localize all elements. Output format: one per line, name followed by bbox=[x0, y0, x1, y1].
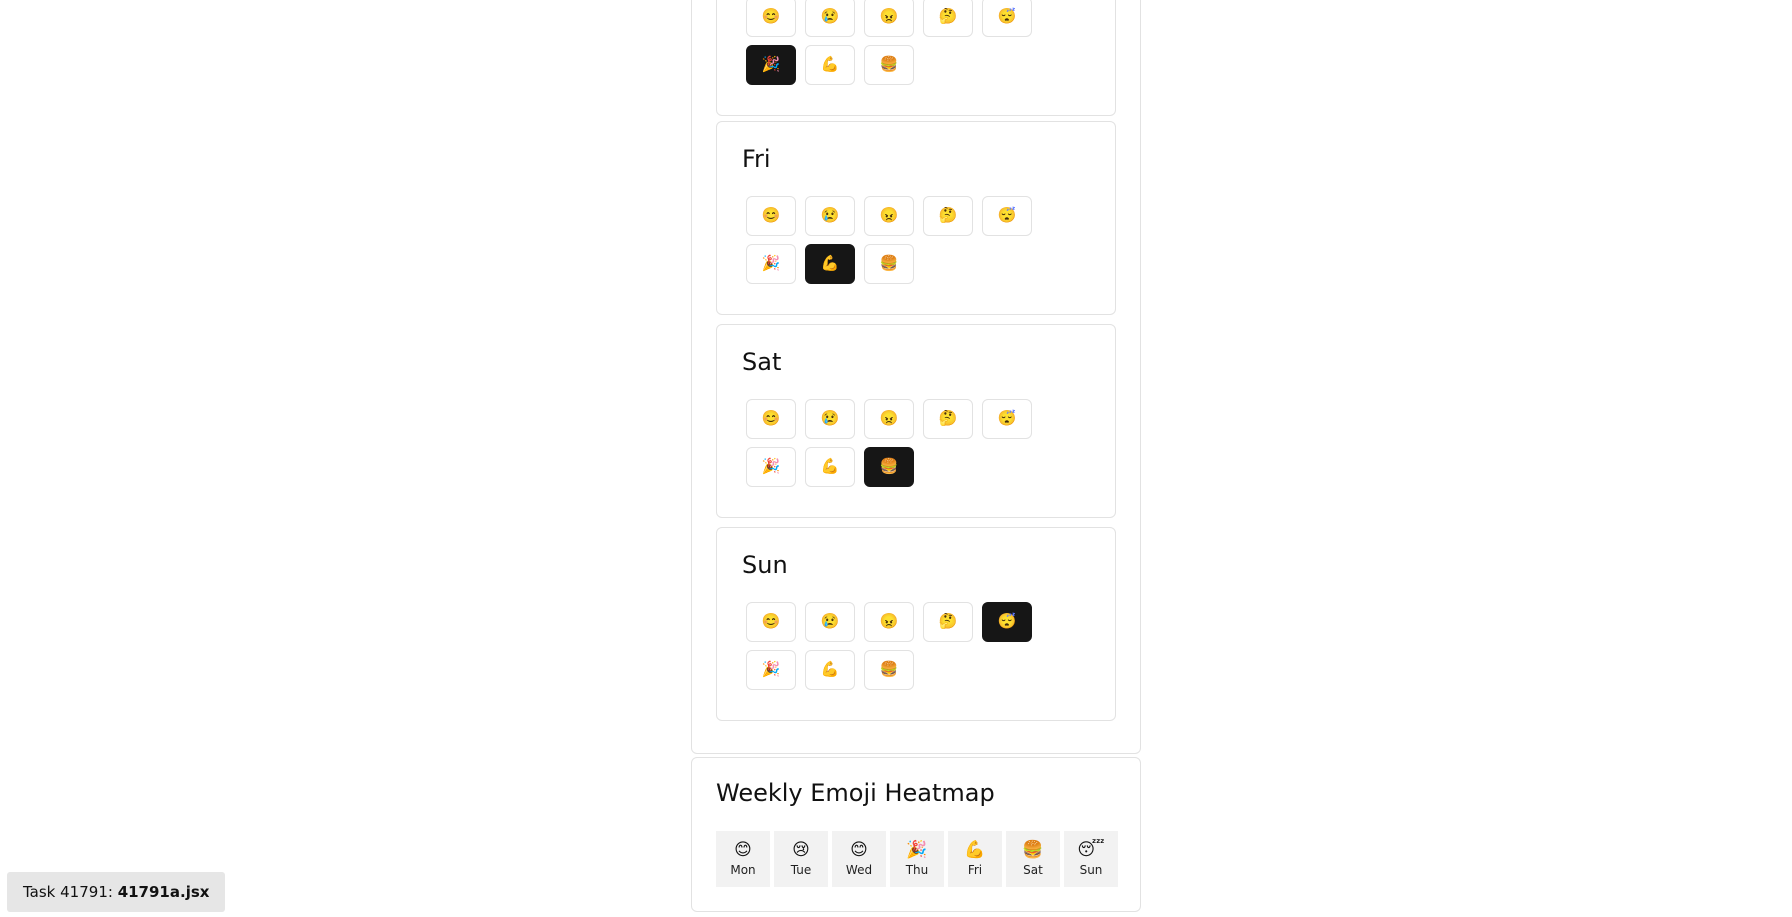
task-badge-filename: 41791a.jsx bbox=[117, 883, 210, 901]
heatmap-cell-emoji: 😊 bbox=[850, 840, 868, 860]
sleepy-emoji-button[interactable]: 😴 bbox=[982, 0, 1032, 37]
sleepy-emoji-button[interactable]: 😴 bbox=[982, 399, 1032, 439]
day-card-thu: 😊 😢 😠 🤔 😴 🎉 💪 🍔 bbox=[716, 0, 1116, 116]
sleepy-emoji-button[interactable]: 😴 bbox=[982, 602, 1032, 642]
heatmap-cell-day: Fri bbox=[967, 863, 983, 877]
muscle-emoji-button[interactable]: 💪 bbox=[805, 45, 855, 85]
sleepy-emoji-button[interactable]: 😴 bbox=[982, 196, 1032, 236]
heatmap-cell-emoji: 😴 bbox=[1077, 840, 1105, 860]
day-title: Fri bbox=[742, 145, 771, 173]
heatmap-cell-day: Mon bbox=[730, 863, 756, 877]
heatmap-cell-emoji: 💪 bbox=[964, 840, 986, 860]
sad-emoji-button[interactable]: 😢 bbox=[805, 399, 855, 439]
angry-emoji-button[interactable]: 😠 bbox=[864, 196, 914, 236]
heatmap-cell-day: Wed bbox=[845, 863, 873, 877]
muscle-emoji-button[interactable]: 💪 bbox=[805, 650, 855, 690]
heatmap-cell-thu: 🎉 Thu bbox=[890, 831, 944, 887]
smile-emoji-button[interactable]: 😊 bbox=[746, 602, 796, 642]
sad-emoji-button[interactable]: 😢 bbox=[805, 602, 855, 642]
task-badge: Task 41791: 41791a.jsx bbox=[7, 872, 226, 912]
heatmap-cell-sat: 🍔 Sat bbox=[1006, 831, 1060, 887]
angry-emoji-button[interactable]: 😠 bbox=[864, 399, 914, 439]
thinking-emoji-button[interactable]: 🤔 bbox=[923, 0, 973, 37]
party-emoji-button[interactable]: 🎉 bbox=[746, 650, 796, 690]
heatmap-cell-emoji: 😢 bbox=[792, 840, 810, 860]
smile-emoji-button[interactable]: 😊 bbox=[746, 399, 796, 439]
burger-emoji-button[interactable]: 🍔 bbox=[864, 244, 914, 284]
heatmap-cell-wed: 😊 Wed bbox=[832, 831, 886, 887]
heatmap-cell-emoji: 🍔 bbox=[1022, 840, 1044, 860]
heatmap-cell-day: Sun bbox=[1079, 863, 1103, 877]
smile-emoji-button[interactable]: 😊 bbox=[746, 0, 796, 37]
burger-emoji-button[interactable]: 🍔 bbox=[864, 45, 914, 85]
party-emoji-button[interactable]: 🎉 bbox=[746, 45, 796, 85]
thinking-emoji-button[interactable]: 🤔 bbox=[923, 399, 973, 439]
muscle-emoji-button[interactable]: 💪 bbox=[805, 244, 855, 284]
day-card-fri: Fri 😊 😢 😠 🤔 😴 🎉 💪 🍔 bbox=[716, 121, 1116, 315]
day-card-sun: Sun 😊 😢 😠 🤔 😴 🎉 💪 🍔 bbox=[716, 527, 1116, 721]
heatmap-cell-day: Thu bbox=[905, 863, 929, 877]
heatmap-cell-day: Tue bbox=[790, 863, 812, 877]
heatmap-cell-day: Sat bbox=[1023, 863, 1043, 877]
angry-emoji-button[interactable]: 😠 bbox=[864, 0, 914, 37]
heatmap-cell-emoji: 🎉 bbox=[906, 840, 928, 860]
heatmap-cell-sun: 😴 Sun bbox=[1064, 831, 1118, 887]
sad-emoji-button[interactable]: 😢 bbox=[805, 196, 855, 236]
sad-emoji-button[interactable]: 😢 bbox=[805, 0, 855, 37]
party-emoji-button[interactable]: 🎉 bbox=[746, 447, 796, 487]
day-title: Sat bbox=[742, 348, 782, 376]
muscle-emoji-button[interactable]: 💪 bbox=[805, 447, 855, 487]
party-emoji-button[interactable]: 🎉 bbox=[746, 244, 796, 284]
heatmap-cell-mon: 😊 Mon bbox=[716, 831, 770, 887]
heatmap-cell-emoji: 😊 bbox=[734, 840, 752, 860]
angry-emoji-button[interactable]: 😠 bbox=[864, 602, 914, 642]
thinking-emoji-button[interactable]: 🤔 bbox=[923, 602, 973, 642]
weekly-heatmap-card: Weekly Emoji Heatmap 😊 Mon 😢 Tue 😊 Wed 🎉 Thu 💪 Fr… bbox=[691, 757, 1141, 912]
task-badge-prefix: Task 41791: bbox=[23, 883, 118, 901]
smile-emoji-button[interactable]: 😊 bbox=[746, 196, 796, 236]
thinking-emoji-button[interactable]: 🤔 bbox=[923, 196, 973, 236]
burger-emoji-button[interactable]: 🍔 bbox=[864, 447, 914, 487]
burger-emoji-button[interactable]: 🍔 bbox=[864, 650, 914, 690]
heatmap-cell-tue: 😢 Tue bbox=[774, 831, 828, 887]
heatmap-cell-fri: 💪 Fri bbox=[948, 831, 1002, 887]
heatmap-title: Weekly Emoji Heatmap bbox=[716, 779, 995, 807]
day-card-sat: Sat 😊 😢 😠 🤔 😴 🎉 💪 🍔 bbox=[716, 324, 1116, 518]
day-title: Sun bbox=[742, 551, 788, 579]
